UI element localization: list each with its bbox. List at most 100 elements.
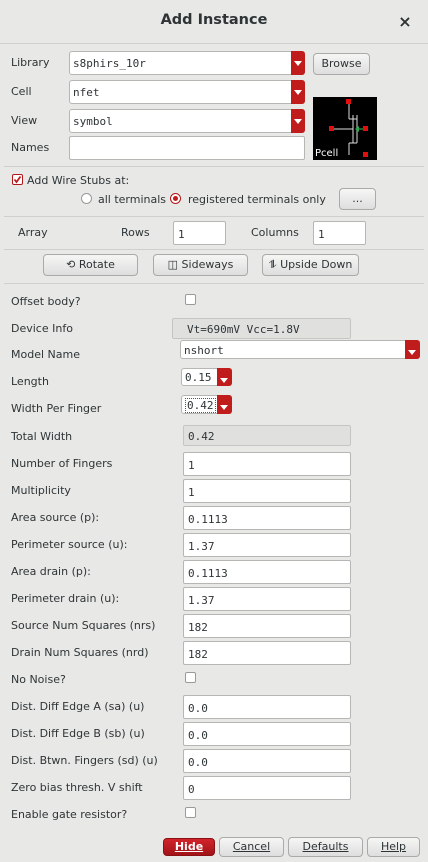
area-source-input[interactable]: 0.1113 [183,506,351,530]
fingers-value: 1 [188,459,195,472]
offset-body-checkbox[interactable] [185,294,196,305]
rows-input[interactable]: 1 [173,221,226,245]
model-name-combo[interactable]: nshort [180,340,420,359]
sd-label: Dist. Btwn. Fingers (sd) (u) [11,754,158,767]
chevron-down-icon[interactable] [291,51,305,75]
check-icon [13,175,22,184]
library-combo[interactable]: s8phirs_10r [69,51,305,75]
hide-label: Hide [174,840,204,853]
model-name-label: Model Name [11,348,80,361]
vshift-label: Zero bias thresh. V shift [11,781,143,794]
sd-input[interactable]: 0.0 [183,749,351,773]
upside-down-label: Upside Down [280,258,353,271]
chevron-down-icon[interactable] [217,395,232,414]
columns-value: 1 [318,228,325,241]
sb-input[interactable]: 0.0 [183,722,351,746]
width-per-finger-value: 0.42 [185,398,216,413]
chevron-down-icon[interactable] [291,109,305,133]
view-combo[interactable]: symbol [69,109,305,133]
separator [4,216,424,217]
cell-combo[interactable]: nfet [69,80,305,104]
cancel-label: Cancel [232,840,271,853]
upside-down-button[interactable]: ⥮ Upside Down [262,254,359,276]
total-width-label: Total Width [11,430,73,443]
sideways-button[interactable]: ◫ Sideways [153,254,248,276]
library-value: s8phirs_10r [73,57,146,70]
multiplicity-value: 1 [188,486,195,499]
nrd-value: 182 [188,648,208,661]
chevron-down-icon[interactable] [405,340,420,359]
area-source-label: Area source (p): [11,511,100,524]
multiplicity-input[interactable]: 1 [183,479,351,503]
length-combo[interactable]: 0.15 [181,368,232,386]
pcell-caption: Pcell [315,148,339,159]
wire-stubs-checkbox[interactable] [12,174,23,185]
upside-down-icon: ⥮ [268,258,281,271]
area-drain-label: Area drain (p): [11,565,91,578]
nrs-value: 182 [188,621,208,634]
nrd-input[interactable]: 182 [183,641,351,665]
sb-value: 0.0 [188,729,208,742]
gate-resistor-label: Enable gate resistor? [11,808,128,821]
sd-value: 0.0 [188,756,208,769]
library-label: Library [11,56,50,69]
rows-label: Rows [121,226,150,239]
rotate-button[interactable]: ⟲ Rotate [43,254,138,276]
separator [4,166,424,167]
total-width-field: 0.42 [183,425,351,446]
width-per-finger-label: Width Per Finger [11,402,102,415]
separator [4,249,424,250]
device-info-label: Device Info [11,322,73,335]
vshift-input[interactable]: 0 [183,776,351,800]
more-options-button[interactable]: ... [339,188,376,210]
no-noise-label: No Noise? [11,673,66,686]
sa-label: Dist. Diff Edge A (sa) (u) [11,700,145,713]
registered-terminals-label: registered terminals only [188,193,326,206]
view-label: View [11,114,38,127]
fingers-input[interactable]: 1 [183,452,351,476]
fingers-label: Number of Fingers [11,457,113,470]
columns-input[interactable]: 1 [313,221,366,245]
vshift-value: 0 [188,783,195,796]
sideways-icon: ◫ [167,258,182,271]
help-button[interactable]: Help [367,837,420,857]
length-value: 0.15 [185,371,212,384]
area-source-value: 0.1113 [188,513,228,526]
rotate-icon: ⟲ [66,258,79,271]
gate-resistor-checkbox[interactable] [185,807,196,818]
rows-value: 1 [178,228,185,241]
help-label: Help [380,840,407,853]
area-drain-value: 0.1113 [188,567,228,580]
wire-stubs-label: Add Wire Stubs at: [27,174,130,187]
offset-body-label: Offset body? [11,295,81,308]
chevron-down-icon[interactable] [217,368,232,386]
all-terminals-label: all terminals [98,193,167,206]
cell-value: nfet [73,86,100,99]
names-input[interactable] [69,136,305,160]
defaults-button[interactable]: Defaults [288,837,363,857]
perimeter-drain-input[interactable]: 1.37 [183,587,351,611]
radio-registered-terminals[interactable] [170,193,181,204]
rotate-label: Rotate [78,258,115,271]
device-info-value: Vt=690mV Vcc=1.8V [187,323,300,336]
cell-label: Cell [11,85,32,98]
no-noise-checkbox[interactable] [185,672,196,683]
chevron-down-icon[interactable] [291,80,305,104]
array-label: Array [18,226,48,239]
perimeter-source-value: 1.37 [188,540,215,553]
cancel-button[interactable]: Cancel [219,837,284,857]
sa-input[interactable]: 0.0 [183,695,351,719]
radio-all-terminals[interactable] [81,193,92,204]
width-per-finger-combo[interactable]: 0.42 [181,395,232,414]
defaults-label: Defaults [302,840,349,853]
hide-button[interactable]: Hide [163,838,215,856]
area-drain-input[interactable]: 0.1113 [183,560,351,584]
window-title: Add Instance [160,12,268,28]
close-icon[interactable]: × [396,13,414,31]
length-label: Length [11,375,49,388]
nrs-label: Source Num Squares (nrs) [11,619,156,632]
view-value: symbol [73,115,113,128]
perimeter-source-input[interactable]: 1.37 [183,533,351,557]
nrs-input[interactable]: 182 [183,614,351,638]
browse-button[interactable]: Browse [313,53,370,75]
